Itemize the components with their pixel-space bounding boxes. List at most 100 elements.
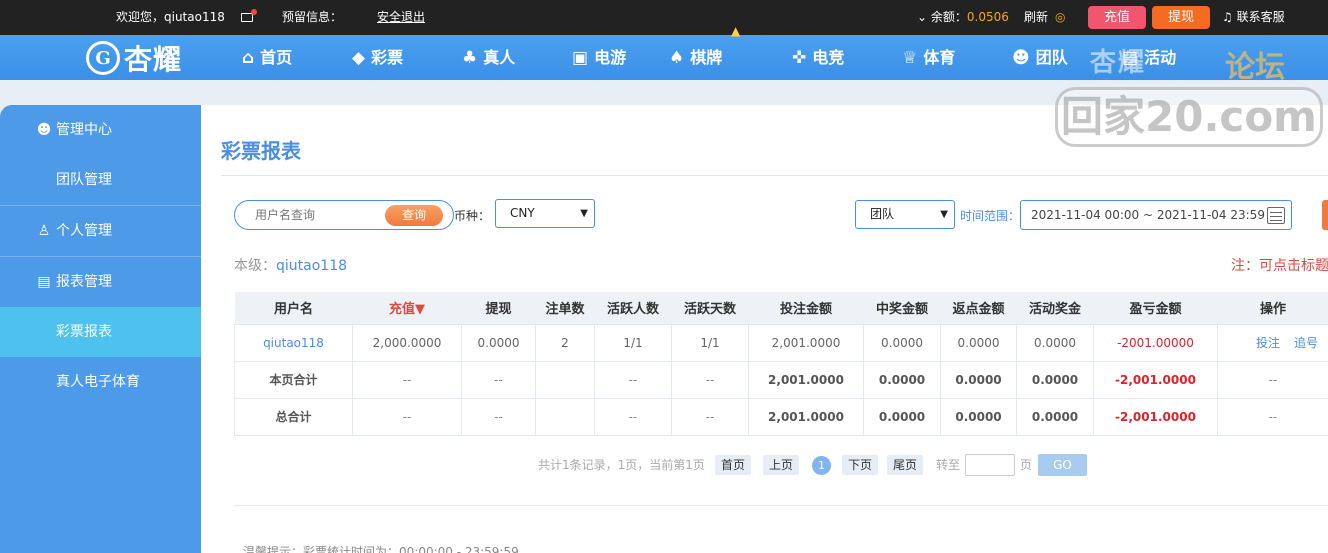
nav-sports[interactable]: ♕ 体育 xyxy=(902,35,955,80)
time-range-input[interactable]: 2021-11-04 00:00 ~ 2021-11-04 23:59 xyxy=(1020,200,1292,230)
col-deposit-sort[interactable]: 充值▼ xyxy=(352,292,462,324)
cell-activity-bonus: 0.0000 xyxy=(1016,360,1094,399)
jump-label: 转至 xyxy=(936,458,961,472)
nav-label: 体育 xyxy=(923,48,956,67)
sort-note: 注：可点击标题 xyxy=(1231,258,1328,274)
scope-select[interactable]: 团队 ▼ xyxy=(855,200,955,229)
cell-active-users: 1/1 xyxy=(594,323,672,362)
search-input[interactable]: 用户名查询 xyxy=(255,201,315,229)
query-button[interactable]: 查询 xyxy=(385,205,443,226)
report-table: 用户名 充值▼ 提现 注单数 活跃人数 活跃天数 投注金额 中奖金额 返点金额 … xyxy=(234,292,1328,436)
cell-active-days: -- xyxy=(671,360,749,399)
section-divider xyxy=(234,505,1328,506)
gamepad-icon: ✜ xyxy=(792,48,807,68)
col-profit-loss[interactable]: 盈亏金额 xyxy=(1093,292,1218,324)
message-button[interactable] xyxy=(241,0,257,35)
col-username[interactable]: 用户名 xyxy=(234,292,353,324)
hide-balance-icon[interactable]: ◎ xyxy=(1055,0,1065,35)
nav-team[interactable]: ☻ 团队 xyxy=(1012,35,1068,80)
sidebar-item-personal-management[interactable]: ♙ 个人管理 xyxy=(0,206,201,256)
currency-label: 币种： xyxy=(454,209,491,223)
cards-icon: ♠ xyxy=(669,48,685,68)
support-link[interactable]: ♫ 联系客服 xyxy=(1222,0,1285,35)
next-page-button[interactable]: 下页 xyxy=(842,455,879,475)
chase-record-link[interactable]: 追号 xyxy=(1294,336,1318,350)
nav-label: 电竞 xyxy=(812,48,845,67)
cell-active-users: -- xyxy=(594,397,672,436)
bet-record-link[interactable]: 投注 xyxy=(1256,336,1280,350)
col-active-days[interactable]: 活跃天数 xyxy=(671,292,749,324)
sidebar-item-management-center[interactable]: ☻ 管理中心 xyxy=(0,105,201,155)
superior-user-link[interactable]: qiutao118 xyxy=(276,258,347,274)
withdraw-button[interactable]: 提现 xyxy=(1152,6,1210,29)
deposit-button[interactable]: 充值 xyxy=(1088,6,1146,29)
calendar-icon[interactable] xyxy=(1267,207,1285,224)
page-jump-input[interactable] xyxy=(965,454,1015,476)
cell-withdraw: 0.0000 xyxy=(461,323,536,362)
export-button[interactable] xyxy=(1322,200,1328,230)
nav-home[interactable]: ⌂ 首页 xyxy=(242,35,292,80)
cell-bet-amount: 2,001.0000 xyxy=(748,323,864,362)
last-page-button[interactable]: 尾页 xyxy=(887,455,924,475)
sidebar-item-label: 管理中心 xyxy=(56,122,112,138)
col-active-users[interactable]: 活跃人数 xyxy=(594,292,672,324)
site-logo[interactable]: G 杏耀 xyxy=(86,37,182,79)
cell-username[interactable]: qiutao118 xyxy=(234,323,353,362)
superior-label: 本级： xyxy=(234,258,276,274)
time-range-value: 2021-11-04 00:00 ~ 2021-11-04 23:59 xyxy=(1031,208,1265,222)
notification-dot xyxy=(251,9,257,15)
warm-tip: 温馨提示：彩票统计时间为：00:00:00 - 23:59:59 xyxy=(243,545,519,553)
cell-actions: 投注追号账变 xyxy=(1217,323,1328,362)
col-withdraw[interactable]: 提现 xyxy=(461,292,536,324)
nav-lottery[interactable]: ◆ 彩票 xyxy=(352,35,403,80)
col-bet-count[interactable]: 注单数 xyxy=(535,292,595,324)
cell-win-amount: 0.0000 xyxy=(863,323,941,362)
cell-bet-count: 2 xyxy=(535,323,595,362)
sidebar-item-report-management[interactable]: ▤ 报表管理 xyxy=(0,257,201,307)
nav-label: 首页 xyxy=(260,48,293,67)
nav-label: 彩票 xyxy=(371,48,404,67)
first-page-button[interactable]: 首页 xyxy=(715,455,752,475)
support-label: 联系客服 xyxy=(1236,10,1285,24)
refresh-link[interactable]: 刷新 xyxy=(1024,0,1048,35)
cell-rebate-amount: 0.0000 xyxy=(940,360,1017,399)
nav-esports[interactable]: ✜ 电竞 xyxy=(792,35,844,80)
logo-mark-icon: G xyxy=(86,41,120,75)
cell-win-amount: 0.0000 xyxy=(863,360,941,399)
col-rebate-amount[interactable]: 返点金额 xyxy=(940,292,1017,324)
dropdown-arrow-icon: ▼ xyxy=(580,208,588,219)
sidebar-item-team-management[interactable]: 团队管理 xyxy=(0,155,201,205)
cell-deposit: 2,000.0000 xyxy=(352,323,462,362)
cell-deposit: -- xyxy=(352,360,462,399)
col-bet-amount[interactable]: 投注金额 xyxy=(748,292,864,324)
go-button[interactable]: GO xyxy=(1038,454,1087,476)
current-page[interactable]: 1 xyxy=(812,456,831,475)
cell-withdraw: -- xyxy=(461,397,536,436)
sidebar-item-live-electronic-sports[interactable]: 真人电子体育 xyxy=(0,357,201,407)
cell-activity-bonus: 0.0000 xyxy=(1016,397,1094,436)
cell-withdraw: -- xyxy=(461,360,536,399)
currency-select[interactable]: CNY ▼ xyxy=(495,199,595,228)
nav-cards[interactable]: ♠ 棋牌 ▲ xyxy=(669,25,740,80)
logout-link[interactable]: 安全退出 xyxy=(377,0,425,35)
nav-live[interactable]: ♣ 真人 xyxy=(462,35,515,80)
team-icon: ☻ xyxy=(1012,48,1030,68)
cell-profit-loss: -2,001.0000 xyxy=(1093,360,1218,399)
lottery-icon: ◆ xyxy=(352,48,366,68)
prev-page-button[interactable]: 上页 xyxy=(763,455,800,475)
cell-bet-amount: 2,001.0000 xyxy=(748,397,864,436)
grand-total-row: 总合计 -- -- -- -- 2,001.0000 0.0000 0.0000… xyxy=(234,397,1328,436)
time-range-label: 时间范围： xyxy=(960,209,1021,223)
cell-rebate-amount: 0.0000 xyxy=(940,397,1017,436)
balance-toggle[interactable]: ⌄ 余额：0.0506 xyxy=(917,0,1009,35)
cell-bet-amount: 2,001.0000 xyxy=(748,360,864,399)
sidebar-item-lottery-report[interactable]: 彩票报表 xyxy=(0,307,201,357)
nav-slots[interactable]: ▣ 电游 xyxy=(572,35,626,80)
col-activity-bonus[interactable]: 活动奖金 xyxy=(1016,292,1094,324)
cell-rebate-amount: 0.0000 xyxy=(940,323,1017,362)
cell-total-label: 本页合计 xyxy=(234,360,353,399)
col-win-amount[interactable]: 中奖金额 xyxy=(863,292,941,324)
table-row: qiutao118 2,000.0000 0.0000 2 1/1 1/1 2,… xyxy=(234,323,1328,362)
cell-profit-loss: -2001.00000 xyxy=(1093,323,1218,362)
username-search[interactable]: 用户名查询 查询 xyxy=(234,200,454,230)
